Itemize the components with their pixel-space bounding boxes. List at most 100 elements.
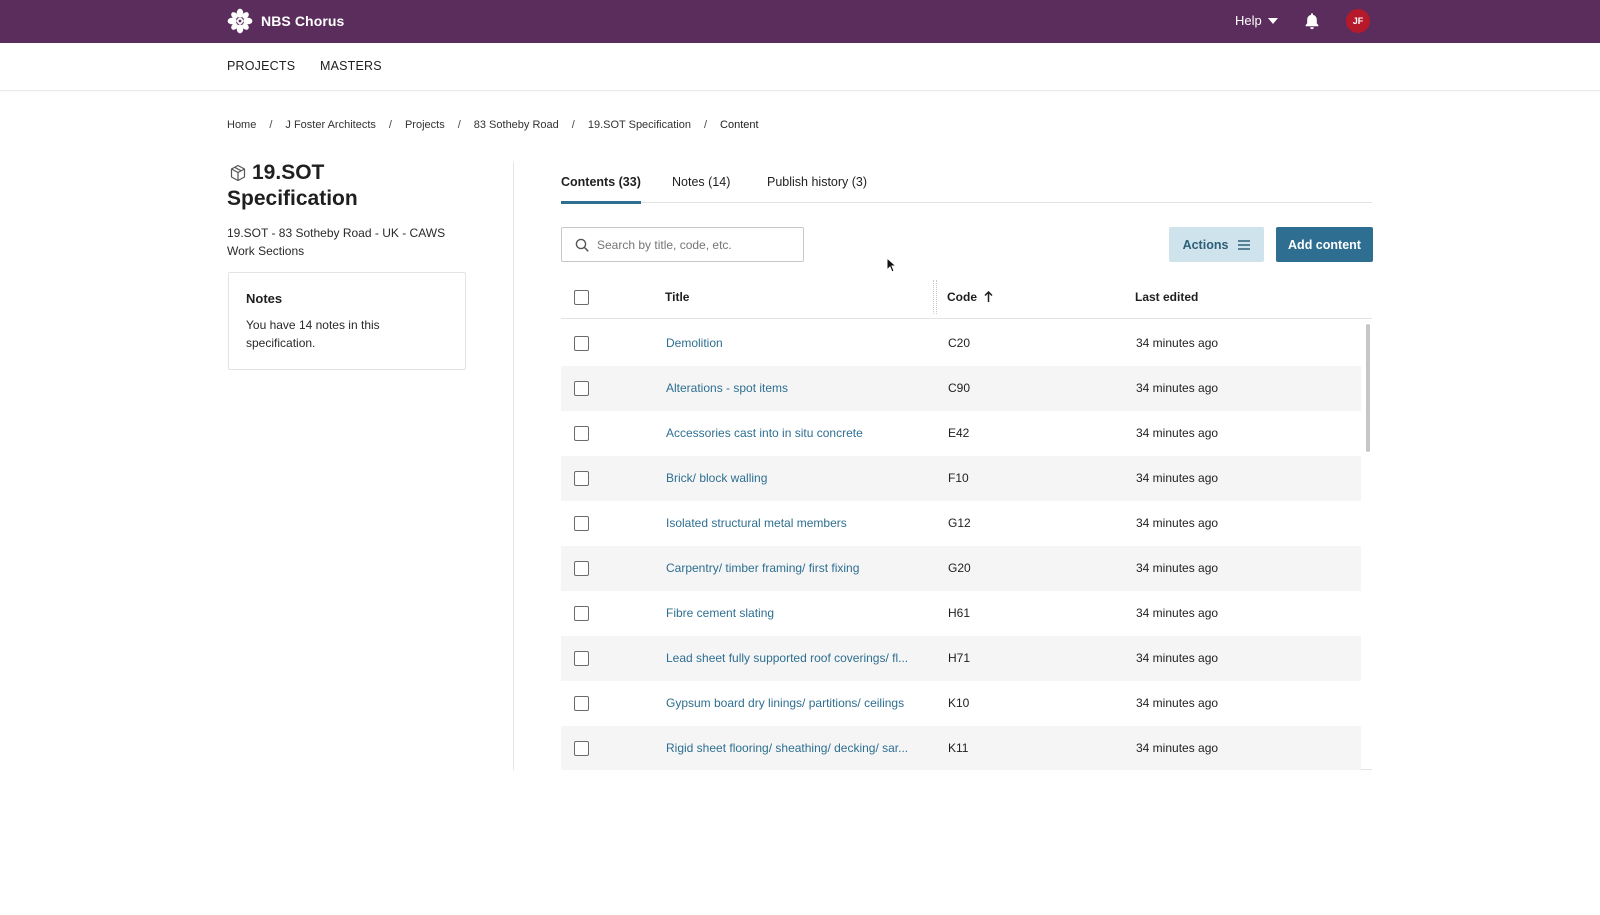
breadcrumb-separator: /	[457, 119, 461, 131]
table-row[interactable]: Demolition C20 34 minutes ago	[561, 321, 1361, 366]
table-row[interactable]: Brick/ block walling F10 34 minutes ago	[561, 456, 1361, 501]
brand[interactable]: NBS Chorus	[227, 8, 344, 34]
column-header-last-edited[interactable]: Last edited	[1135, 290, 1198, 304]
notes-card-text: You have 14 notes in this specification.	[246, 318, 380, 350]
select-all-checkbox[interactable]	[574, 290, 589, 305]
row-code: K10	[948, 696, 970, 710]
row-checkbox[interactable]	[574, 426, 589, 441]
row-last-edited: 34 minutes ago	[1136, 696, 1219, 710]
row-last-edited: 34 minutes ago	[1136, 561, 1219, 575]
row-title-link[interactable]: Gypsum board dry linings/ partitions/ ce…	[666, 696, 904, 710]
table-row[interactable]: Fibre cement slating H61 34 minutes ago	[561, 591, 1361, 636]
page-title-line2: Specification	[227, 187, 358, 210]
column-header-code[interactable]: Code	[947, 290, 993, 304]
search-box	[561, 227, 804, 262]
row-title-link[interactable]: Lead sheet fully supported roof covering…	[666, 651, 908, 665]
page-title: 19.SOT Specification	[227, 160, 487, 212]
row-code: H71	[948, 651, 971, 665]
spec-subtitle: 19.SOT - 83 Sotheby Road - UK - CAWS Wor…	[227, 226, 446, 258]
table-row[interactable]: Carpentry/ timber framing/ first fixing …	[561, 546, 1361, 591]
row-title-link[interactable]: Isolated structural metal members	[666, 516, 847, 530]
breadcrumb: Home / J Foster Architects / Projects / …	[227, 119, 759, 131]
breadcrumb-organisation[interactable]: J Foster Architects	[285, 119, 375, 131]
breadcrumb-current: Content	[720, 119, 759, 131]
bell-icon[interactable]	[1304, 12, 1320, 30]
top-bar: NBS Chorus Help JF	[0, 0, 1600, 43]
notes-card-heading: Notes	[246, 291, 283, 306]
row-title-link[interactable]: Accessories cast into in situ concrete	[666, 426, 863, 440]
row-checkbox[interactable]	[574, 336, 589, 351]
breadcrumb-separator: /	[388, 119, 392, 131]
row-checkbox[interactable]	[574, 651, 589, 666]
row-title-link[interactable]: Alterations - spot items	[666, 381, 788, 395]
row-checkbox[interactable]	[574, 606, 589, 621]
row-last-edited: 34 minutes ago	[1136, 741, 1219, 755]
row-code: F10	[948, 471, 969, 485]
table-row[interactable]: Isolated structural metal members G12 34…	[561, 501, 1361, 546]
avatar[interactable]: JF	[1346, 9, 1370, 33]
breadcrumb-separator: /	[269, 119, 273, 131]
sort-up-icon	[984, 291, 993, 302]
scrollbar-thumb[interactable]	[1366, 324, 1370, 452]
mouse-pointer-icon	[886, 257, 897, 273]
row-title-link[interactable]: Brick/ block walling	[666, 471, 767, 485]
row-last-edited: 34 minutes ago	[1136, 516, 1219, 530]
breadcrumb-separator: /	[571, 119, 575, 131]
table-row[interactable]: Rigid sheet flooring/ sheathing/ decking…	[561, 726, 1361, 770]
menu-icon	[1238, 239, 1251, 250]
nbs-logo-icon	[227, 8, 253, 34]
row-code: H61	[948, 606, 971, 620]
tab-publish-history[interactable]: Publish history (3)	[767, 175, 867, 203]
row-checkbox[interactable]	[574, 696, 589, 711]
row-checkbox[interactable]	[574, 471, 589, 486]
table-row[interactable]: Lead sheet fully supported roof covering…	[561, 636, 1361, 681]
row-last-edited: 34 minutes ago	[1136, 606, 1219, 620]
app-name: NBS Chorus	[261, 13, 345, 29]
row-checkbox[interactable]	[574, 516, 589, 531]
row-checkbox[interactable]	[574, 561, 589, 576]
row-code: G20	[948, 561, 971, 575]
help-menu[interactable]: Help	[1235, 13, 1278, 28]
actions-button[interactable]: Actions	[1169, 227, 1264, 262]
row-title-link[interactable]: Carpentry/ timber framing/ first fixing	[666, 561, 859, 575]
tab-notes[interactable]: Notes (14)	[672, 175, 730, 203]
add-content-button[interactable]: Add content	[1276, 227, 1373, 262]
notes-card: Notes You have 14 notes in this specific…	[228, 272, 466, 370]
table-scrollbar[interactable]	[1363, 321, 1372, 770]
breadcrumb-home[interactable]: Home	[227, 119, 256, 131]
tabs: Contents (33) Notes (14) Publish history…	[561, 175, 1372, 204]
panel-divider	[513, 162, 514, 770]
row-checkbox[interactable]	[574, 741, 589, 756]
row-last-edited: 34 minutes ago	[1136, 471, 1219, 485]
table-row[interactable]: Gypsum board dry linings/ partitions/ ce…	[561, 681, 1361, 726]
tab-contents[interactable]: Contents (33)	[561, 175, 641, 204]
actions-label: Actions	[1182, 237, 1229, 252]
search-icon	[575, 238, 589, 252]
breadcrumb-specification[interactable]: 19.SOT Specification	[588, 119, 691, 131]
row-code: K11	[948, 741, 969, 755]
search-input[interactable]	[597, 237, 797, 252]
nav-masters[interactable]: MASTERS	[320, 59, 382, 73]
row-last-edited: 34 minutes ago	[1136, 426, 1219, 440]
table-row[interactable]: Alterations - spot items C90 34 minutes …	[561, 366, 1361, 411]
row-title-link[interactable]: Fibre cement slating	[666, 606, 774, 620]
column-header-title[interactable]: Title	[665, 290, 689, 304]
breadcrumb-projects[interactable]: Projects	[405, 119, 445, 131]
table-header: Title Code Last edited	[561, 276, 1372, 319]
column-resize-handle[interactable]	[933, 280, 937, 314]
breadcrumb-separator: /	[703, 119, 708, 131]
table-body: Demolition C20 34 minutes ago Alteration…	[561, 321, 1361, 770]
caret-down-icon	[1267, 18, 1278, 24]
row-code: C20	[948, 336, 971, 350]
row-code: C90	[948, 381, 971, 395]
row-checkbox[interactable]	[574, 381, 589, 396]
row-title-link[interactable]: Rigid sheet flooring/ sheathing/ decking…	[666, 741, 908, 755]
column-header-code-label: Code	[947, 290, 977, 304]
row-title-link[interactable]: Demolition	[666, 336, 723, 350]
row-code: G12	[948, 516, 971, 530]
nav-projects[interactable]: PROJECTS	[227, 59, 295, 73]
table-row[interactable]: Accessories cast into in situ concrete E…	[561, 411, 1361, 456]
breadcrumb-project[interactable]: 83 Sotheby Road	[474, 119, 559, 131]
row-last-edited: 34 minutes ago	[1136, 381, 1219, 395]
help-label: Help	[1235, 13, 1262, 28]
